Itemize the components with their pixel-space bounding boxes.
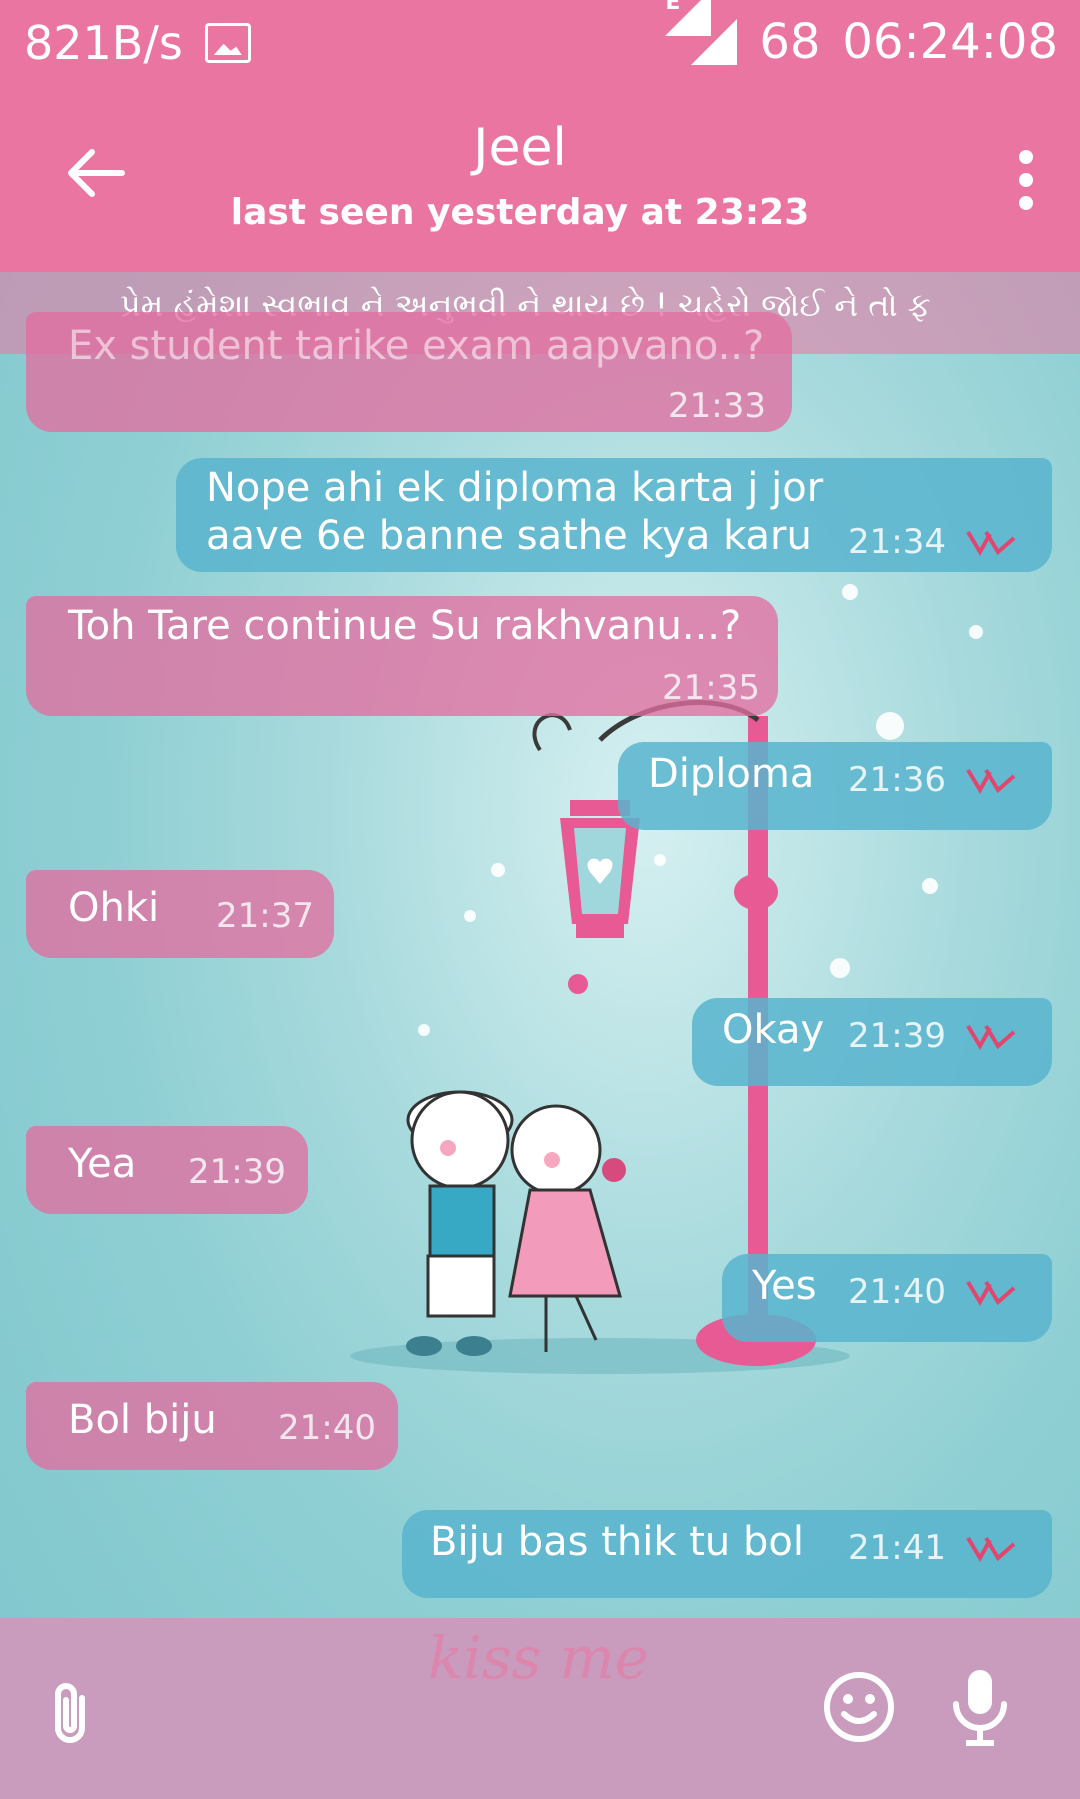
- message-incoming[interactable]: Ex student tarike exam aapvano..? 21:33: [26, 312, 792, 432]
- signal-icon: [691, 19, 738, 65]
- clock: 06:24:08: [842, 14, 1058, 70]
- message-text: Toh Tare continue Su rakhvanu...?: [68, 603, 742, 649]
- message-text: Okay: [722, 1007, 825, 1053]
- message-time: 21:37: [216, 896, 314, 936]
- attach-icon[interactable]: [42, 1678, 102, 1748]
- message-text: Nope ahi ek diploma karta j jor aave 6e …: [206, 465, 824, 559]
- read-receipt-icon: [966, 768, 1016, 794]
- message-outgoing[interactable]: Okay 21:39: [692, 998, 1052, 1086]
- message-input-bar[interactable]: kiss me: [0, 1618, 1080, 1799]
- wallpaper-kiss-text: kiss me: [428, 1624, 649, 1692]
- read-receipt-icon: [966, 1536, 1016, 1562]
- contact-name[interactable]: Jeel: [0, 118, 1040, 178]
- message-incoming[interactable]: Ohki 21:37: [26, 870, 334, 958]
- message-time: 21:33: [668, 386, 766, 426]
- read-receipt-icon: [966, 530, 1016, 556]
- message-text: Ex student tarike exam aapvano..?: [68, 323, 765, 369]
- last-seen-status: last seen yesterday at 23:23: [230, 192, 810, 233]
- message-outgoing[interactable]: Diploma 21:36: [618, 742, 1052, 830]
- message-incoming[interactable]: Toh Tare continue Su rakhvanu...? 21:35: [26, 596, 778, 716]
- read-receipt-icon: [966, 1280, 1016, 1306]
- image-notification-icon: [204, 23, 251, 63]
- message-text: Yes: [752, 1263, 817, 1309]
- message-text: Diploma: [648, 751, 815, 797]
- message-text: Ohki: [68, 885, 160, 931]
- message-time: 21:36: [848, 760, 946, 800]
- message-time: 21:41: [848, 1528, 946, 1568]
- net-speed: 821B/s: [24, 16, 183, 70]
- status-bar: 821B/s E 68 06:24:08: [0, 0, 1080, 88]
- message-time: 21:34: [848, 522, 946, 562]
- message-time: 21:40: [278, 1408, 376, 1448]
- message-text: Biju bas thik tu bol: [430, 1519, 804, 1565]
- message-outgoing[interactable]: Yes 21:40: [722, 1254, 1052, 1342]
- overflow-menu-icon[interactable]: [1016, 150, 1036, 210]
- message-time: 21:35: [662, 668, 760, 708]
- message-time: 21:39: [848, 1016, 946, 1056]
- message-outgoing[interactable]: Nope ahi ek diploma karta j jor aave 6e …: [176, 458, 1052, 572]
- read-receipt-icon: [966, 1024, 1016, 1050]
- message-time: 21:39: [188, 1152, 286, 1192]
- emoji-icon[interactable]: [822, 1670, 896, 1744]
- mic-icon[interactable]: [948, 1666, 1012, 1750]
- message-text: Yea: [68, 1141, 137, 1187]
- message-time: 21:40: [848, 1272, 946, 1312]
- message-text: Bol biju: [68, 1397, 217, 1443]
- message-incoming[interactable]: Yea 21:39: [26, 1126, 308, 1214]
- battery-level: 68: [759, 14, 821, 70]
- chat-header: Jeel last seen yesterday at 23:23: [0, 88, 1080, 272]
- message-incoming[interactable]: Bol biju 21:40: [26, 1382, 398, 1470]
- message-outgoing[interactable]: Biju bas thik tu bol 21:41: [402, 1510, 1052, 1598]
